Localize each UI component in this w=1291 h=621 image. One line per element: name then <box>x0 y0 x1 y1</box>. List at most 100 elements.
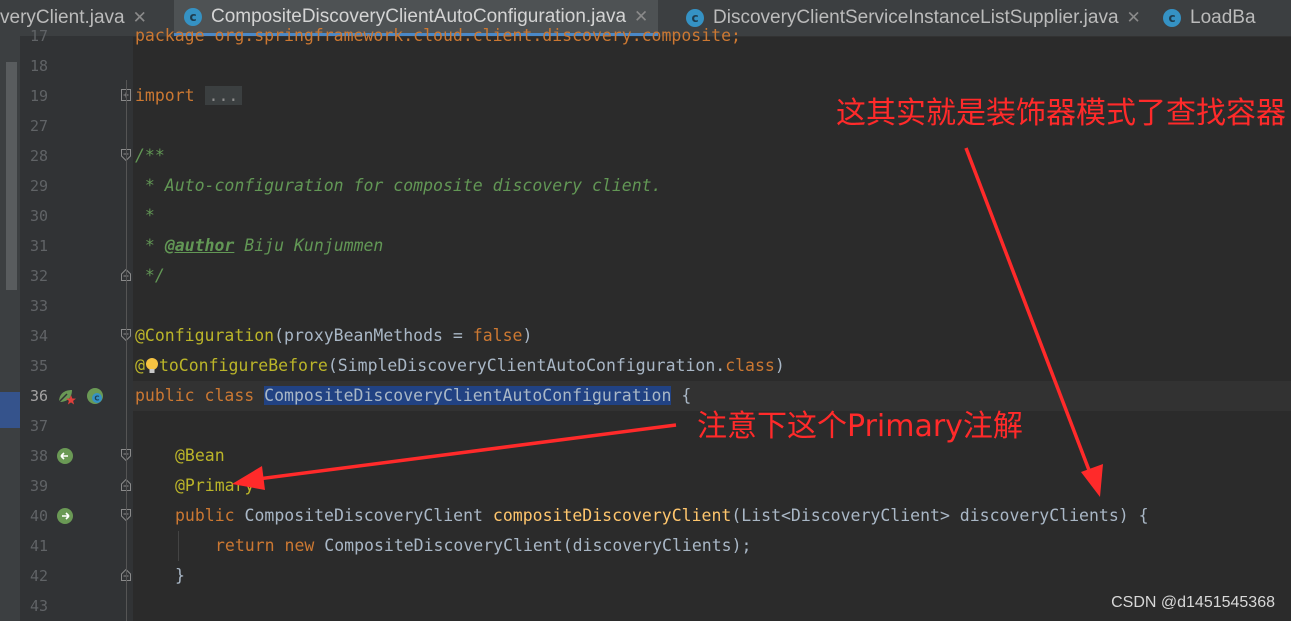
line-number: 39 <box>29 477 48 495</box>
keyword: public <box>175 506 245 525</box>
fold-guide-line <box>126 80 127 621</box>
line-number: 36 <box>29 387 48 405</box>
line-number: 41 <box>29 537 48 555</box>
decorator-pattern-note: 这其实就是装饰器模式了查找容器 <box>836 96 1286 131</box>
line-number: 19 <box>29 87 48 105</box>
gutter-line: 28 <box>20 141 133 171</box>
error-star-icon <box>66 395 76 405</box>
tab-load-balancer[interactable]: c LoadBa <box>1163 0 1256 36</box>
code-text: ) <box>774 356 785 375</box>
gutter-line: 30 <box>20 201 133 231</box>
gutter-line: 32 <box>20 261 133 291</box>
gutter-line: 42 <box>20 561 133 591</box>
java-class-icon: c <box>1163 9 1181 27</box>
annotation: toConfigureBefore <box>158 356 328 375</box>
annotation: @Bean <box>175 446 225 465</box>
selected-class-name[interactable]: CompositeDiscoveryClientAutoConfiguratio… <box>264 386 672 405</box>
gutter-line: 33 <box>20 291 133 321</box>
code-line-30: * <box>135 201 155 231</box>
method-name: compositeDiscoveryClient <box>492 506 732 525</box>
code-line-17: package org.springframework.cloud.client… <box>135 21 741 51</box>
gutter-line: 43 <box>20 591 133 621</box>
code-text: CompositeDiscoveryClient(discoveryClient… <box>324 536 752 555</box>
line-number: 29 <box>29 177 48 195</box>
tab-label: LoadBa <box>1190 7 1256 28</box>
folded-imports[interactable]: ... <box>204 86 243 105</box>
line-number: 40 <box>29 507 48 525</box>
annotation: @ <box>135 356 145 375</box>
gutter-line: 40 <box>20 501 133 531</box>
code-line-34: @Configuration(proxyBeanMethods = false) <box>135 321 532 351</box>
gutter-line: 27 <box>20 111 133 141</box>
close-icon[interactable]: ✕ <box>1127 8 1141 28</box>
line-number: 34 <box>29 327 48 345</box>
comment-text: * <box>135 236 165 255</box>
code-text: ) <box>522 326 533 345</box>
code-text: (proxyBeanMethods = <box>274 326 473 345</box>
code-line-36: public class CompositeDiscoveryClientAut… <box>135 381 691 411</box>
line-number: 18 <box>29 57 48 75</box>
keyword: class <box>725 356 775 375</box>
annotation: @Primary <box>175 476 255 495</box>
tab-label: DiscoveryClientServiceInstanceListSuppli… <box>713 7 1119 28</box>
gutter-line: 18 <box>20 51 133 81</box>
keyword: false <box>472 326 523 345</box>
comment-text: * <box>135 206 155 225</box>
scrollbar-thumb[interactable] <box>6 62 17 290</box>
line-number: 27 <box>29 117 48 135</box>
gutter-line: 31 <box>20 231 133 261</box>
gutter-line: 34 <box>20 321 133 351</box>
code-line-31: * @author Biju Kunjummen <box>135 231 383 261</box>
code-line-42: } <box>175 561 185 591</box>
gutter-line: 37 <box>20 411 133 441</box>
code-line-41: return new CompositeDiscoveryClient(disc… <box>215 531 751 561</box>
line-number: 42 <box>29 567 48 585</box>
bean-navigate-icon[interactable] <box>56 447 74 465</box>
bean-usage-icon[interactable] <box>56 507 74 525</box>
code-text: (List<DiscoveryClient> discoveryClients)… <box>731 506 1149 525</box>
csdn-watermark: CSDN @d1451545368 <box>1111 594 1275 611</box>
line-number: 32 <box>29 267 48 285</box>
keyword: return new <box>215 536 325 555</box>
comment-text: * Auto-configuration for composite disco… <box>135 176 662 195</box>
line-number: 43 <box>29 597 48 615</box>
svg-text:C: C <box>94 395 99 403</box>
line-number: 33 <box>29 297 48 315</box>
gutter-line: 38 <box>20 441 133 471</box>
code-line-32: */ <box>135 261 165 291</box>
code-line-39: @Primary <box>175 471 254 501</box>
comment-text: */ <box>135 266 165 285</box>
package-declaration: package org.springframework.cloud.client… <box>135 26 741 45</box>
keyword: public class <box>135 386 265 405</box>
javadoc-tag: @author <box>164 236 235 255</box>
gutter-line: 39 <box>20 471 133 501</box>
gutter-line: 17 <box>20 21 133 51</box>
gutter-line: 35 <box>20 351 133 381</box>
line-number: 35 <box>29 357 48 375</box>
comment-text: Biju Kunjummen <box>234 236 384 255</box>
comment-text: /** <box>135 146 165 165</box>
gutter-line: 29 <box>20 171 133 201</box>
gutter-line: 19 <box>20 81 133 111</box>
line-number-gutter: 17 18 19 27 28 29 30 31 32 33 34 35 36 C… <box>20 27 133 621</box>
annotation: @Configuration <box>135 326 275 345</box>
code-line-28: /** <box>135 141 165 171</box>
tab-discovery-client-service-instance-list-supplier[interactable]: c DiscoveryClientServiceInstanceListSupp… <box>686 0 1141 36</box>
code-text: CompositeDiscoveryClient <box>244 506 493 525</box>
line-number: 17 <box>29 27 48 45</box>
strip-marker <box>0 392 20 428</box>
line-number: 28 <box>29 147 48 165</box>
code-line-35: @ toConfigureBefore(SimpleDiscoveryClient… <box>135 351 785 381</box>
code-line-40: public CompositeDiscoveryClient composit… <box>175 501 1149 531</box>
code-line-38: @Bean <box>175 441 225 471</box>
code-text: { <box>671 386 692 405</box>
indent-guide <box>178 531 179 561</box>
code-text: (SimpleDiscoveryClientAutoConfiguration. <box>327 356 726 375</box>
spring-config-icon[interactable]: C <box>86 387 104 405</box>
gutter-line: 41 <box>20 531 133 561</box>
line-number: 31 <box>29 237 48 255</box>
primary-annotation-note: 注意下这个Primary注解 <box>697 409 1023 444</box>
code-line-29: * Auto-configuration for composite disco… <box>135 171 662 201</box>
import-keyword: import <box>135 86 195 105</box>
code-text: } <box>175 566 185 585</box>
